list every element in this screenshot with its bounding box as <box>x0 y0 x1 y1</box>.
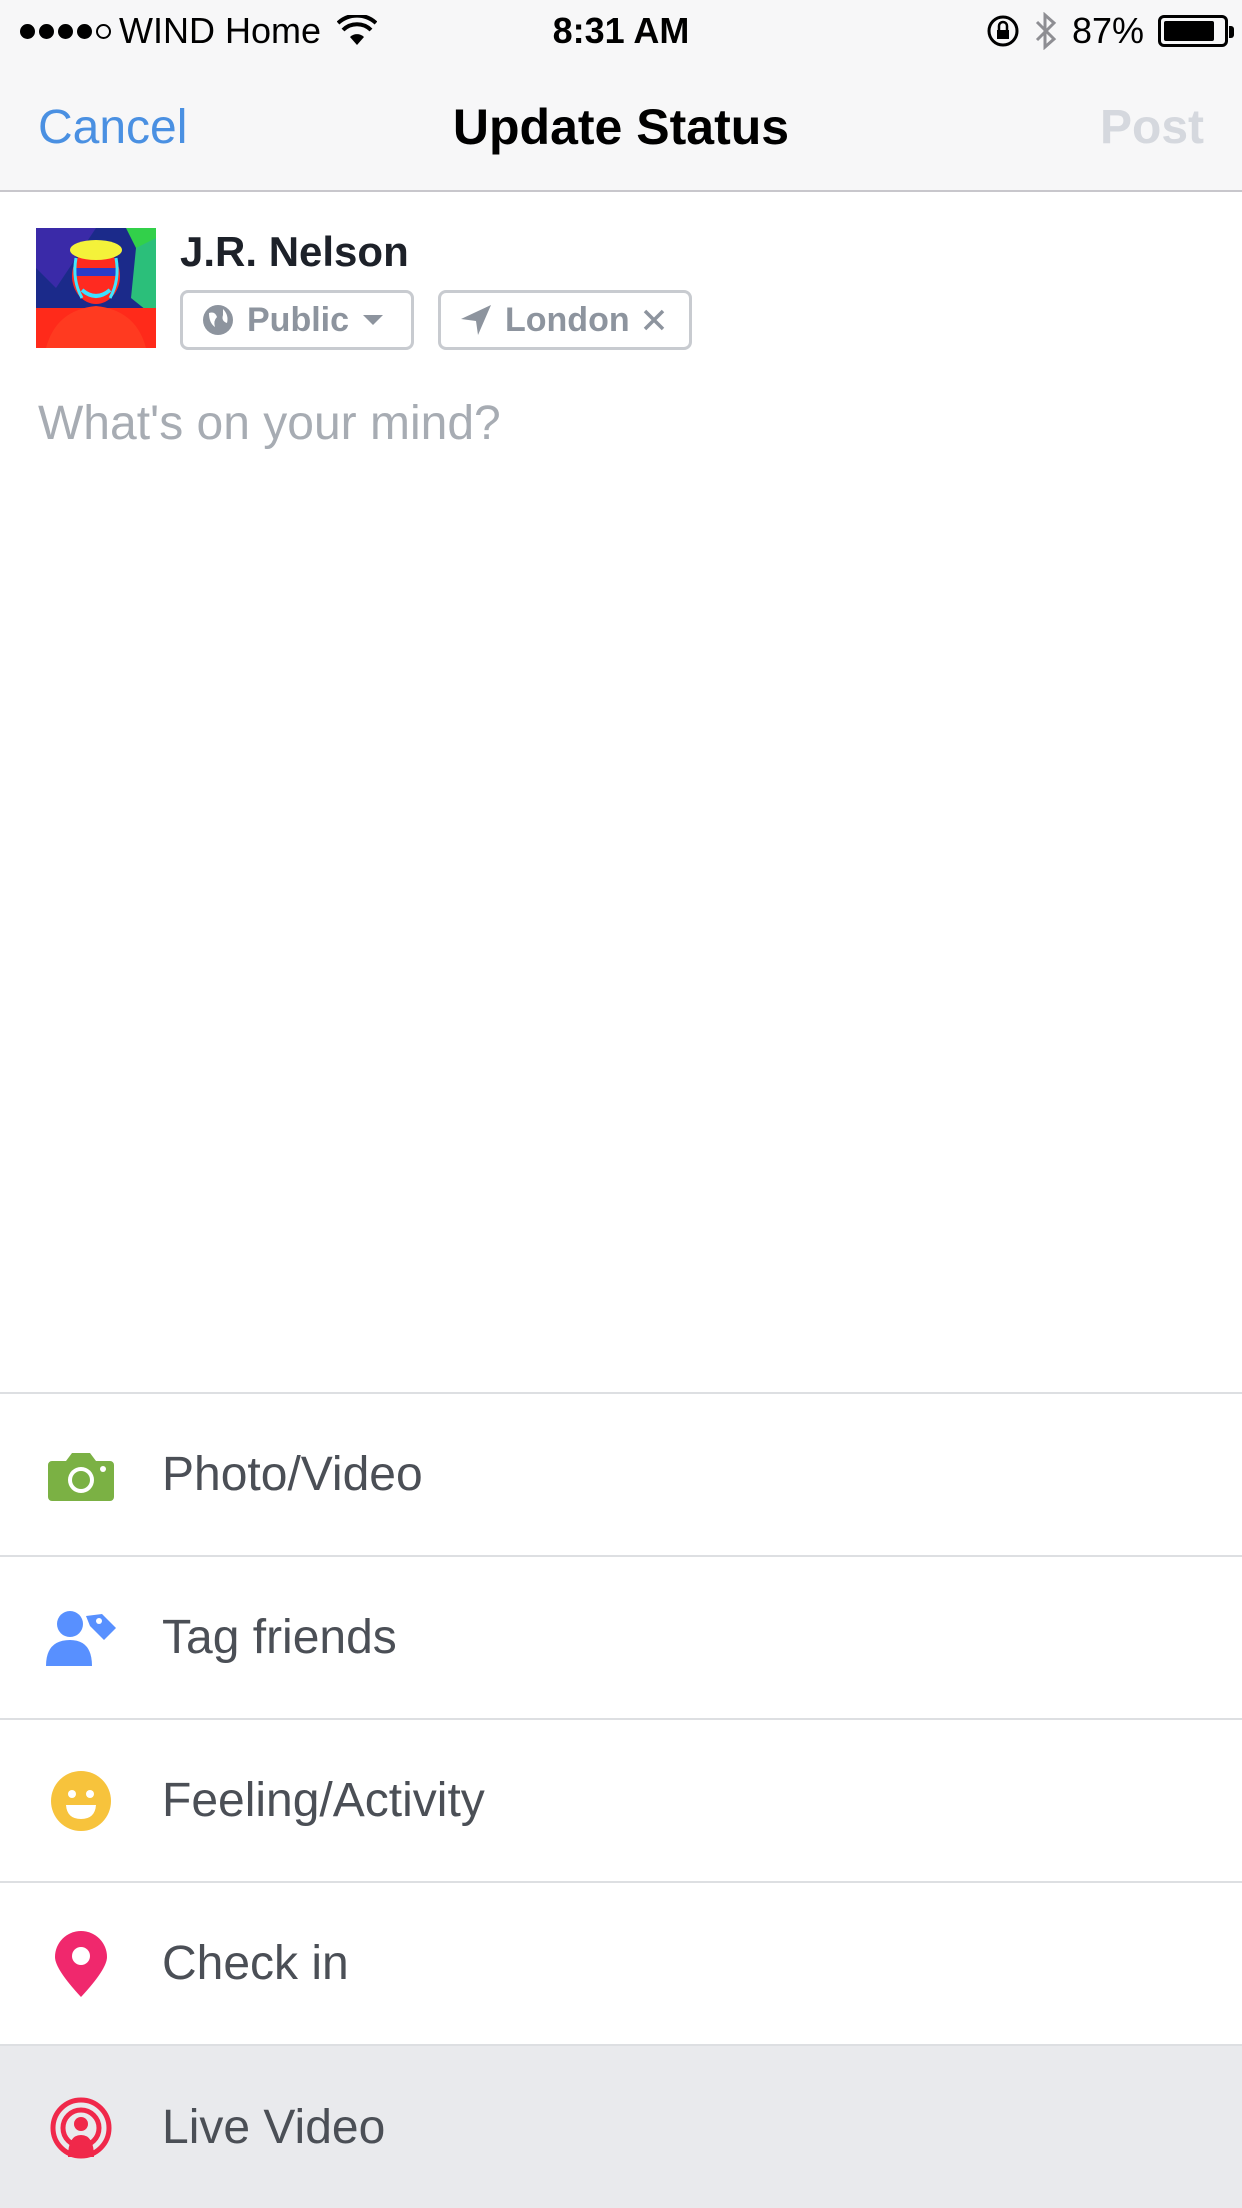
composer-actions-list: Photo/Video Tag friends Feeling/Activity… <box>0 1392 1242 2208</box>
photo-video-action[interactable]: Photo/Video <box>0 1394 1242 1557</box>
top-bar: WIND Home 8:31 AM 87% Cancel Update Stat… <box>0 0 1242 192</box>
camera-icon <box>46 1440 116 1510</box>
smiley-icon <box>46 1766 116 1836</box>
location-pin-icon <box>46 1929 116 1999</box>
live-video-action[interactable]: Live Video <box>0 2046 1242 2208</box>
action-label: Tag friends <box>162 1611 397 1664</box>
chevron-down-icon <box>363 315 384 325</box>
rotation-lock-icon <box>987 15 1019 47</box>
status-right: 87% <box>986 10 1234 52</box>
location-arrow-icon <box>461 305 491 335</box>
check-in-action[interactable]: Check in <box>0 1883 1242 2046</box>
feeling-activity-action[interactable]: Feeling/Activity <box>0 1720 1242 1883</box>
navigation-bar: Cancel Update Status Post <box>0 62 1242 192</box>
page-title: Update Status <box>452 99 790 155</box>
battery-fill <box>1164 21 1215 41</box>
post-button[interactable]: Post <box>1100 100 1204 155</box>
remove-location-icon[interactable] <box>642 308 666 332</box>
action-label: Live Video <box>162 2101 386 2154</box>
battery-percent: 87% <box>1071 10 1144 51</box>
avatar[interactable] <box>36 228 156 348</box>
audience-label: Public <box>247 300 350 339</box>
update-status-screen: WIND Home 8:31 AM 87% Cancel Update Stat… <box>0 0 1242 2208</box>
status-bar: WIND Home 8:31 AM 87% <box>0 0 1242 62</box>
tag-friends-icon <box>46 1603 116 1673</box>
user-name[interactable]: J.R. Nelson <box>180 228 409 276</box>
bluetooth-icon <box>1035 12 1057 50</box>
status-composer-input[interactable]: What's on your mind? <box>38 396 501 451</box>
audience-selector[interactable]: Public <box>180 290 414 350</box>
action-label: Photo/Video <box>162 1448 423 1501</box>
tag-friends-action[interactable]: Tag friends <box>0 1557 1242 1720</box>
location-label: London <box>505 300 630 339</box>
location-chip[interactable]: London <box>438 290 692 350</box>
live-video-icon <box>46 2093 116 2163</box>
battery-icon <box>1158 15 1234 47</box>
action-label: Feeling/Activity <box>162 1774 485 1827</box>
action-label: Check in <box>162 1937 349 1990</box>
globe-icon <box>203 305 233 335</box>
